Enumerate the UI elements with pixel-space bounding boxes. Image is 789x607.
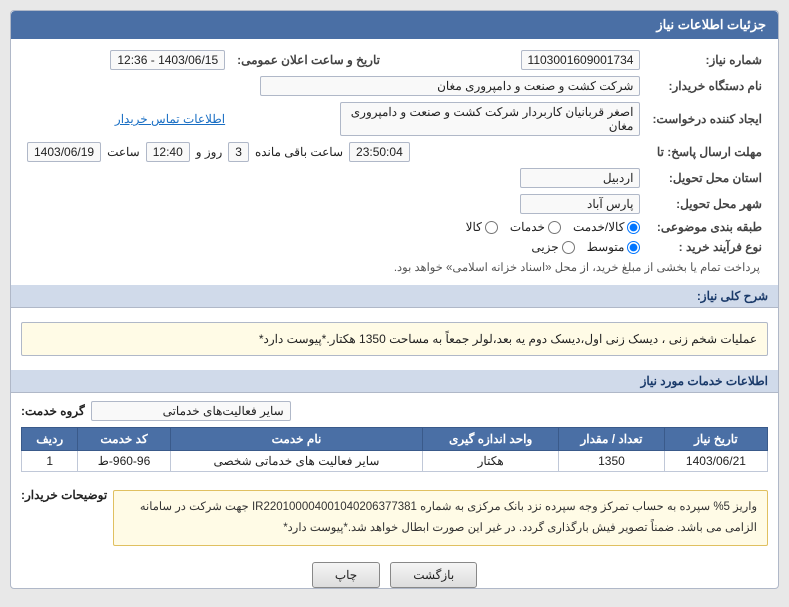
noe-farayand-value: متوسط جزیی — [21, 237, 646, 257]
ittilaat-body: سایر فعالیت‌های خدماتی گروه خدمت: تاریخ … — [11, 393, 778, 480]
shahr-box: پارس آباد — [520, 194, 640, 214]
buyer-note-label: توضیحات خریدار: — [21, 484, 107, 502]
ostan-label: استان محل تحویل: — [646, 165, 768, 191]
card-body: شماره نیاز: 1103001609001734 تاریخ و ساع… — [11, 39, 778, 285]
ostan-box: اردبیل — [520, 168, 640, 188]
namdastgah-label: نام دستگاه خریدار: — [646, 73, 768, 99]
shahr-label: شهر محل تحویل: — [646, 191, 768, 217]
row-ijadkonande: ایجاد کننده درخواست: اصغر قربانیان کاربر… — [21, 99, 768, 139]
radio-motavaset-label[interactable]: متوسط — [587, 240, 641, 254]
mohlat-label: مهلت ارسال پاسخ: تا — [646, 139, 768, 165]
buyer-note-row: واریز 5% سپرده به حساب تمرکز وجه سپرده ن… — [11, 480, 778, 553]
info-table: شماره نیاز: 1103001609001734 تاریخ و ساع… — [21, 47, 768, 277]
header-title: جزئیات اطلاعات نیاز — [656, 17, 766, 32]
row-tabaghebandi: طبقه بندی موضوعی: کالا/خدمت خدمات — [21, 217, 768, 237]
row-noe-farayand: نوع فرآیند خرید : متوسط جزیی — [21, 237, 768, 257]
row-mohlat: مهلت ارسال پاسخ: تا 23:50:04 ساعت باقی م… — [21, 139, 768, 165]
tabaghebandi-label: طبقه بندی موضوعی: — [646, 217, 768, 237]
radio-kala-text: کالا — [466, 220, 482, 234]
cell-tedad: 1350 — [559, 451, 665, 472]
radio-group-tabaghebandi: کالا/خدمت خدمات کالا — [27, 220, 640, 234]
radio-jozi-text: جزیی — [531, 240, 558, 254]
ijadkonande-label: ایجاد کننده درخواست: — [646, 99, 768, 139]
radio-jozi-label[interactable]: جزیی — [531, 240, 574, 254]
ittilaat-title: اطلاعات خدمات مورد نیاز — [11, 370, 778, 393]
buyer-note-box: واریز 5% سپرده به حساب تمرکز وجه سپرده ن… — [113, 490, 768, 545]
cell-name: سایر فعالیت های خدماتی شخصی — [170, 451, 423, 472]
row-namdastgah: نام دستگاه خریدار: شرکت کشت و صنعت و دام… — [21, 73, 768, 99]
mohlat-baqi-label: ساعت باقی مانده — [255, 145, 343, 159]
row-ostan: استان محل تحویل: اردبیل — [21, 165, 768, 191]
radio-jozi[interactable] — [562, 241, 575, 254]
radio-group-noe: متوسط جزیی — [27, 240, 640, 254]
namdastgah-box: شرکت کشت و صنعت و دامپروری مغان — [260, 76, 640, 96]
mohlat-saat-label: ساعت — [107, 145, 140, 159]
tarikh-box: 1403/06/15 - 12:36 — [110, 50, 225, 70]
radio-kalakhadamat-label[interactable]: کالا/خدمت — [573, 220, 640, 234]
radio-motavaset-text: متوسط — [587, 240, 625, 254]
radio-khadamat-text: خدمات — [510, 220, 545, 234]
mohlat-date-box: 1403/06/19 — [27, 142, 101, 162]
ijtamastemas-link[interactable]: اطلاعات تماس خریدار — [115, 112, 225, 126]
shomareNiaz-box: 1103001609001734 — [521, 50, 641, 70]
mohlat-roz-box: 3 — [228, 142, 249, 162]
sharh-koli-body: عملیات شخم زنی ، دیسک زنی اول،دیسک دوم ی… — [11, 308, 778, 370]
grooh-label: گروه خدمت: — [21, 404, 85, 418]
tarikh-label: تاریخ و ساعت اعلان عمومی: — [231, 47, 386, 73]
radio-motavaset[interactable] — [627, 241, 640, 254]
grooh-row: سایر فعالیت‌های خدماتی گروه خدمت: — [21, 401, 768, 421]
tarikh-value: 1403/06/15 - 12:36 — [21, 47, 231, 73]
shahr-value: پارس آباد — [21, 191, 646, 217]
payment-note-cell: پرداخت تمام یا بخشی از مبلغ خرید، از محل… — [21, 257, 768, 277]
main-card: جزئیات اطلاعات نیاز شماره نیاز: 11030016… — [10, 10, 779, 589]
row-shahr: شهر محل تحویل: پارس آباد — [21, 191, 768, 217]
col-tarikh: تاریخ نیاز — [664, 428, 767, 451]
ijtamastemas-cell: اطلاعات تماس خریدار — [21, 99, 231, 139]
row-shomareNiaz: شماره نیاز: 1103001609001734 تاریخ و ساع… — [21, 47, 768, 73]
services-tbody: 1403/06/21 1350 هکتار سایر فعالیت های خد… — [22, 451, 768, 472]
col-vahed: واحد اندازه گیری — [423, 428, 559, 451]
radio-khadamat[interactable] — [548, 221, 561, 234]
cell-radif: 1 — [22, 451, 78, 472]
tabaghebandi-value: کالا/خدمت خدمات کالا — [21, 217, 646, 237]
col-kod: کد خدمت — [78, 428, 170, 451]
page-wrapper: جزئیات اطلاعات نیاز شماره نیاز: 11030016… — [0, 0, 789, 607]
ijadkonande-box: اصغر قربانیان کاربردار شرکت کشت و صنعت و… — [340, 102, 640, 136]
col-radif: ردیف — [22, 428, 78, 451]
cell-tarikh: 1403/06/21 — [664, 451, 767, 472]
ijadkonande-value: اصغر قربانیان کاربردار شرکت کشت و صنعت و… — [231, 99, 646, 139]
namdastgah-value: شرکت کشت و صنعت و دامپروری مغان — [21, 73, 646, 99]
shomareNiaz-label: شماره نیاز: — [646, 47, 768, 73]
mohlat-roz-label: روز و — [196, 145, 223, 159]
radio-kalakhadamat-text: کالا/خدمت — [573, 220, 624, 234]
mohlat-baqi-box: 23:50:04 — [349, 142, 410, 162]
radio-kala[interactable] — [485, 221, 498, 234]
col-name: نام خدمت — [170, 428, 423, 451]
ostan-value: اردبیل — [21, 165, 646, 191]
services-header-row: تاریخ نیاز تعداد / مقدار واحد اندازه گیر… — [22, 428, 768, 451]
sharh-koli-title: شرح کلی نیاز: — [11, 285, 778, 308]
col-tedad: تعداد / مقدار — [559, 428, 665, 451]
radio-kala-label[interactable]: کالا — [466, 220, 498, 234]
mohlat-row: 23:50:04 ساعت باقی مانده 3 روز و 12:40 س… — [27, 142, 640, 162]
payment-note-text: پرداخت تمام یا بخشی از مبلغ خرید، از محل… — [394, 262, 760, 274]
mohlat-value-cell: 23:50:04 ساعت باقی مانده 3 روز و 12:40 س… — [21, 139, 646, 165]
grooh-value-box: سایر فعالیت‌های خدماتی — [91, 401, 291, 421]
cell-kod: 960-96-ط — [78, 451, 170, 472]
card-header: جزئیات اطلاعات نیاز — [11, 11, 778, 39]
mohlat-saat-box: 12:40 — [146, 142, 190, 162]
row-payment-note: پرداخت تمام یا بخشی از مبلغ خرید، از محل… — [21, 257, 768, 277]
sharh-koli-box: عملیات شخم زنی ، دیسک زنی اول،دیسک دوم ی… — [21, 322, 768, 356]
noe-farayand-label: نوع فرآیند خرید : — [646, 237, 768, 257]
table-row: 1403/06/21 1350 هکتار سایر فعالیت های خد… — [22, 451, 768, 472]
services-table: تاریخ نیاز تعداد / مقدار واحد اندازه گیر… — [21, 427, 768, 472]
shomareNiaz-value: 1103001609001734 — [386, 47, 646, 73]
services-thead: تاریخ نیاز تعداد / مقدار واحد اندازه گیر… — [22, 428, 768, 451]
cell-vahed: هکتار — [423, 451, 559, 472]
radio-kalakhadamat[interactable] — [627, 221, 640, 234]
radio-khadamat-label[interactable]: خدمات — [510, 220, 561, 234]
